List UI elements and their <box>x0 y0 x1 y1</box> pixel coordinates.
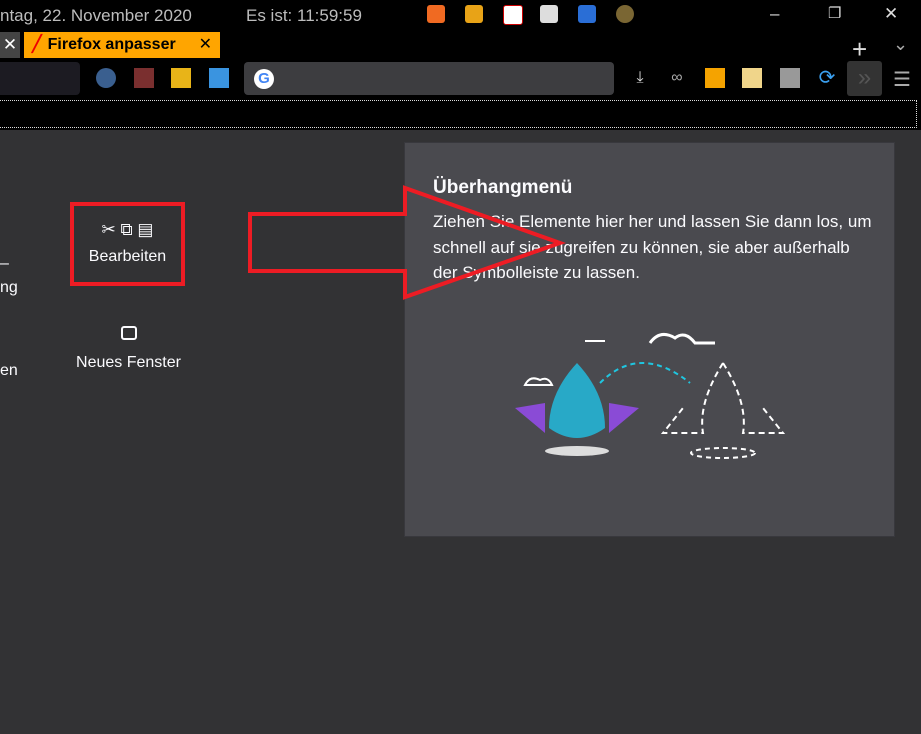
red-arrow-annotation <box>248 185 567 300</box>
